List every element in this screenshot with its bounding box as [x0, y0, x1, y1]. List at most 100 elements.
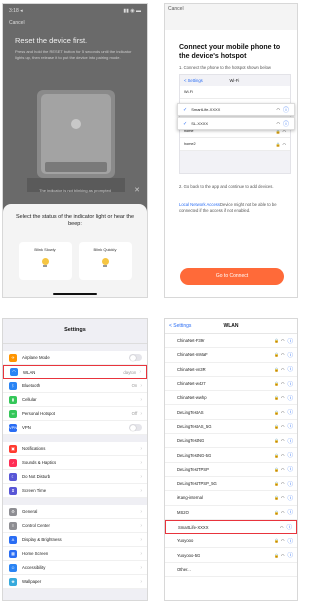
network-row[interactable]: DeLingTestAS_5G 🔒 ◠ ⓘ: [165, 420, 297, 435]
settings-value: On: [131, 383, 138, 388]
option-label: Blink Slowly: [34, 247, 56, 252]
info-icon[interactable]: ⓘ: [287, 394, 293, 402]
network-row[interactable]: ChinaNet-F39r 🔒 ◠ ⓘ: [165, 334, 297, 349]
settings-row-wlan[interactable]: ◠ WLAN dayton ›: [3, 365, 147, 379]
network-row[interactable]: Other...: [165, 563, 297, 578]
network-row[interactable]: ChinaNet-w4z7 🔒 ◠ ⓘ: [165, 377, 297, 392]
blink-slowly-option[interactable]: Blink Slowly: [18, 242, 72, 280]
settings-row-display-brightness[interactable]: A Display & Brightness ›: [3, 533, 147, 547]
info-icon[interactable]: ⓘ: [286, 523, 292, 531]
network-row[interactable]: ChinaNet-wwhp 🔒 ◠ ⓘ: [165, 391, 297, 406]
network-row[interactable]: DeLingTestTPSP 🔒 ◠ ⓘ: [165, 463, 297, 477]
wifi-icon: ◠: [280, 481, 285, 487]
settings-row-sounds-haptics[interactable]: ♪ Sounds & Haptics ›: [3, 456, 147, 470]
network-row[interactable]: Yuoyooo-5G 🔒 ◠ ⓘ: [165, 548, 297, 563]
settings-row-bluetooth[interactable]: ᛒ Bluetooth On ›: [3, 379, 147, 393]
chevron-right-icon: ›: [140, 550, 142, 557]
info-icon[interactable]: ⓘ: [287, 537, 293, 545]
settings-label: VPN: [22, 425, 31, 430]
cancel-link[interactable]: Cancel: [3, 18, 147, 28]
cellular-icon: ▮: [9, 395, 17, 404]
network-row[interactable]: ChinaNet-vn3R 🔒 ◠ ⓘ: [165, 363, 297, 377]
lock-icon: 🔒: [274, 395, 279, 401]
settings-row-do-not-disturb[interactable]: ☾ Do Not Disturb ›: [3, 470, 147, 484]
network-row: home2 🔒 ◠: [180, 138, 290, 151]
network-row[interactable]: DeLingTestNG 🔒 ◠ ⓘ: [165, 434, 297, 449]
info-icon[interactable]: ⓘ: [287, 408, 293, 416]
lock-icon: 🔒: [274, 438, 279, 444]
wifi-icon: ◠: [280, 352, 285, 358]
bluetooth-icon: ᛒ: [9, 381, 17, 390]
lock-icon: 🔒: [274, 552, 279, 558]
wifi-icon: ◠: [280, 466, 285, 472]
network-name: Yuoyooo-5G: [177, 552, 201, 558]
info-icon: ⓘ: [282, 122, 289, 128]
settings-row-control-center[interactable]: ≡ Control Center ›: [3, 519, 147, 533]
info-icon[interactable]: ⓘ: [287, 551, 293, 559]
close-icon[interactable]: ✕: [134, 186, 140, 194]
settings-row-cellular[interactable]: ▮ Cellular ›: [3, 393, 147, 407]
wifi-icon: ◠: [280, 495, 285, 501]
settings-row-general[interactable]: ⚙ General ›: [3, 505, 147, 519]
personal-hotspot-icon: ∞: [9, 409, 17, 418]
info-icon[interactable]: ⓘ: [287, 494, 293, 502]
settings-row-accessibility[interactable]: ☺ Accessibility ›: [3, 561, 147, 575]
network-name: Wi-Fi: [184, 90, 193, 94]
settings-row-wallpaper[interactable]: ❀ Wallpaper ›: [3, 575, 147, 589]
back-button[interactable]: < Settings: [169, 323, 205, 329]
settings-row-screen-time[interactable]: ⧗ Screen Time ›: [3, 484, 147, 498]
info-icon[interactable]: ⓘ: [287, 451, 293, 459]
info-icon[interactable]: ⓘ: [287, 508, 293, 516]
settings-row-home-screen[interactable]: ▦ Home Screen ›: [3, 547, 147, 561]
network-row[interactable]: MS2O 🔒 ◠ ⓘ: [165, 506, 297, 520]
info-icon[interactable]: ⓘ: [287, 337, 293, 345]
info-icon[interactable]: ⓘ: [287, 365, 293, 373]
network-name: iKang-internal: [177, 495, 203, 501]
page-title: Reset the device first.: [15, 36, 88, 45]
blink-quickly-option[interactable]: Blink Quickly: [78, 242, 132, 280]
wifi-icon: ◠: [282, 141, 287, 147]
info-icon[interactable]: ⓘ: [287, 380, 293, 388]
network-row[interactable]: DeLingTestNG-5G 🔒 ◠ ⓘ: [165, 448, 297, 463]
settings-row-airplane-mode[interactable]: ✈ Airplane Mode: [3, 351, 147, 365]
page-title: WLAN: [223, 323, 239, 329]
network-row[interactable]: DeLingTestAS 🔒 ◠ ⓘ: [165, 405, 297, 420]
chevron-right-icon: ›: [140, 536, 142, 543]
lock-icon: 🔒: [274, 366, 279, 372]
wlan-icon: ◠: [10, 368, 18, 376]
network-row[interactable]: iKang-internal 🔒 ◠ ⓘ: [165, 491, 297, 506]
network-name: Other...: [177, 566, 191, 572]
indicator-help-link[interactable]: The indicator is not blinking as prompte…: [3, 188, 147, 193]
info-icon[interactable]: ⓘ: [287, 422, 293, 430]
network-row[interactable]: ChinaNet-mMaF 🔒 ◠ ⓘ: [165, 348, 297, 363]
settings-row-personal-hotspot[interactable]: ∞ Personal Hotspot Off ›: [3, 407, 147, 421]
lock-icon: 🔒: [274, 452, 279, 458]
info-icon[interactable]: ⓘ: [287, 465, 293, 473]
wallpaper-icon: ❀: [9, 577, 17, 586]
network-row: Wi-Fi: [180, 86, 290, 99]
chevron-right-icon: ›: [140, 445, 142, 452]
top-band: [165, 4, 297, 30]
go-to-connect-button[interactable]: Go to Connect: [180, 268, 284, 285]
wifi-icon: ◠: [276, 121, 280, 126]
settings-group: ✈ Airplane Mode ◠ WLAN dayton › ᛒ Bluetooth On › ▮…: [3, 351, 147, 435]
composite-screenshot: 3:18 ◂ ▮▮ ◉ ▬ Cancel Reset the device fi…: [0, 0, 299, 603]
settings-row-notifications[interactable]: ▣ Notifications ›: [3, 442, 147, 456]
toggle-switch[interactable]: [129, 424, 142, 431]
network-row[interactable]: SmartLife-XXXX ◠ ⓘ: [165, 519, 297, 535]
settings-label: Display & Brightness: [22, 537, 62, 542]
network-row[interactable]: Yuoyooo 🔒 ◠ ⓘ: [165, 534, 297, 549]
settings-label: Screen Time: [22, 488, 47, 493]
settings-label: Personal Hotspot: [22, 411, 55, 416]
wifi-icon: ◠: [280, 509, 285, 515]
cancel-link[interactable]: Cancel: [168, 6, 184, 12]
hotspot-network-row: ✓ SL-XXXX ◠ ⓘ: [177, 117, 295, 130]
info-icon[interactable]: ⓘ: [287, 351, 293, 359]
network-row[interactable]: DeLingTestTPSP_5G 🔒 ◠ ⓘ: [165, 477, 297, 492]
status-time: 3:18 ◂: [9, 8, 23, 14]
settings-row-vpn[interactable]: VPN VPN: [3, 421, 147, 435]
toggle-switch[interactable]: [129, 354, 142, 361]
local-network-access-link[interactable]: Local Network Access: [179, 202, 220, 207]
info-icon[interactable]: ⓘ: [287, 437, 293, 445]
info-icon[interactable]: ⓘ: [287, 480, 293, 488]
